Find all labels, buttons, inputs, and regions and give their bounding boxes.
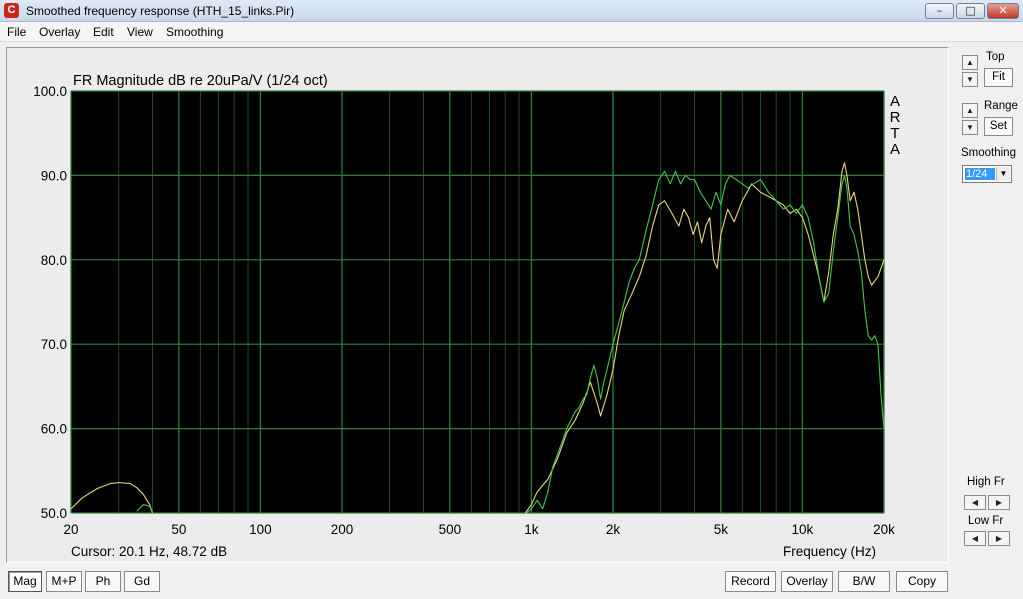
x-tick-labels: 20 50 100 200 500 1k 2k 5k 10k 20k xyxy=(63,522,895,537)
low-fr-right-arrow-icon[interactable]: ▶ xyxy=(988,531,1010,546)
mag-button[interactable]: Mag xyxy=(8,571,42,592)
watermark-letter: T xyxy=(890,125,899,142)
low-fr-left-arrow-icon[interactable]: ◀ xyxy=(964,531,986,546)
x-axis-label: Frequency (Hz) xyxy=(783,544,877,559)
arta-watermark: ARTA xyxy=(890,93,901,158)
x-tick-label: 10k xyxy=(792,522,814,537)
x-tick-label: 100 xyxy=(249,522,272,537)
y-tick-label: 70.0 xyxy=(41,337,67,352)
y-tick-label: 50.0 xyxy=(41,506,67,521)
x-tick-label: 1k xyxy=(524,522,539,537)
high-fr-label: High Fr xyxy=(967,476,1005,488)
ph-button[interactable]: Ph xyxy=(85,571,121,592)
x-tick-label: 500 xyxy=(439,522,462,537)
bw-button[interactable]: B/W xyxy=(838,571,890,592)
cursor-readout: Cursor: 20.1 Hz, 48.72 dB xyxy=(71,544,228,559)
watermark-letter: A xyxy=(890,141,900,158)
high-fr-left-arrow-icon[interactable]: ◀ xyxy=(964,495,986,510)
y-tick-labels: 50.0 60.0 70.0 80.0 90.0 100.0 xyxy=(33,84,67,521)
x-tick-label: 50 xyxy=(171,522,186,537)
top-down-arrow-icon[interactable]: ▼ xyxy=(962,72,978,87)
smoothing-value: 1/24 xyxy=(965,168,995,180)
smoothing-label: Smoothing xyxy=(961,147,1016,159)
x-tick-label: 5k xyxy=(714,522,729,537)
x-tick-label: 20k xyxy=(873,522,895,537)
overlay-button[interactable]: Overlay xyxy=(781,571,833,592)
mp-button[interactable]: M+P xyxy=(46,571,82,592)
record-button[interactable]: Record xyxy=(725,571,776,592)
fit-button[interactable]: Fit xyxy=(984,68,1013,87)
plot-area[interactable] xyxy=(71,91,884,513)
smoothing-select[interactable]: 1/24 ▼ xyxy=(962,165,1012,183)
range-down-arrow-icon[interactable]: ▼ xyxy=(962,120,978,135)
copy-button[interactable]: Copy xyxy=(896,571,948,592)
y-tick-label: 90.0 xyxy=(41,168,67,183)
set-button[interactable]: Set xyxy=(984,117,1013,136)
y-tick-label: 100.0 xyxy=(33,84,67,99)
chart-title: FR Magnitude dB re 20uPa/V (1/24 oct) xyxy=(73,73,328,89)
watermark-letter: R xyxy=(890,109,901,126)
chevron-down-icon[interactable]: ▼ xyxy=(996,167,1010,181)
x-tick-label: 200 xyxy=(331,522,354,537)
x-tick-label: 2k xyxy=(606,522,621,537)
high-fr-right-arrow-icon[interactable]: ▶ xyxy=(988,495,1010,510)
range-up-arrow-icon[interactable]: ▲ xyxy=(962,103,978,118)
top-label: Top xyxy=(986,51,1005,63)
watermark-letter: A xyxy=(890,93,900,110)
x-tick-label: 20 xyxy=(63,522,78,537)
y-tick-label: 60.0 xyxy=(41,422,67,437)
y-tick-label: 80.0 xyxy=(41,253,67,268)
gd-button[interactable]: Gd xyxy=(124,571,160,592)
frequency-response-chart[interactable]: FR Magnitude dB re 20uPa/V (1/24 oct) 50… xyxy=(0,0,1023,599)
range-label: Range xyxy=(984,100,1018,112)
top-up-arrow-icon[interactable]: ▲ xyxy=(962,55,978,70)
low-fr-label: Low Fr xyxy=(968,515,1004,527)
